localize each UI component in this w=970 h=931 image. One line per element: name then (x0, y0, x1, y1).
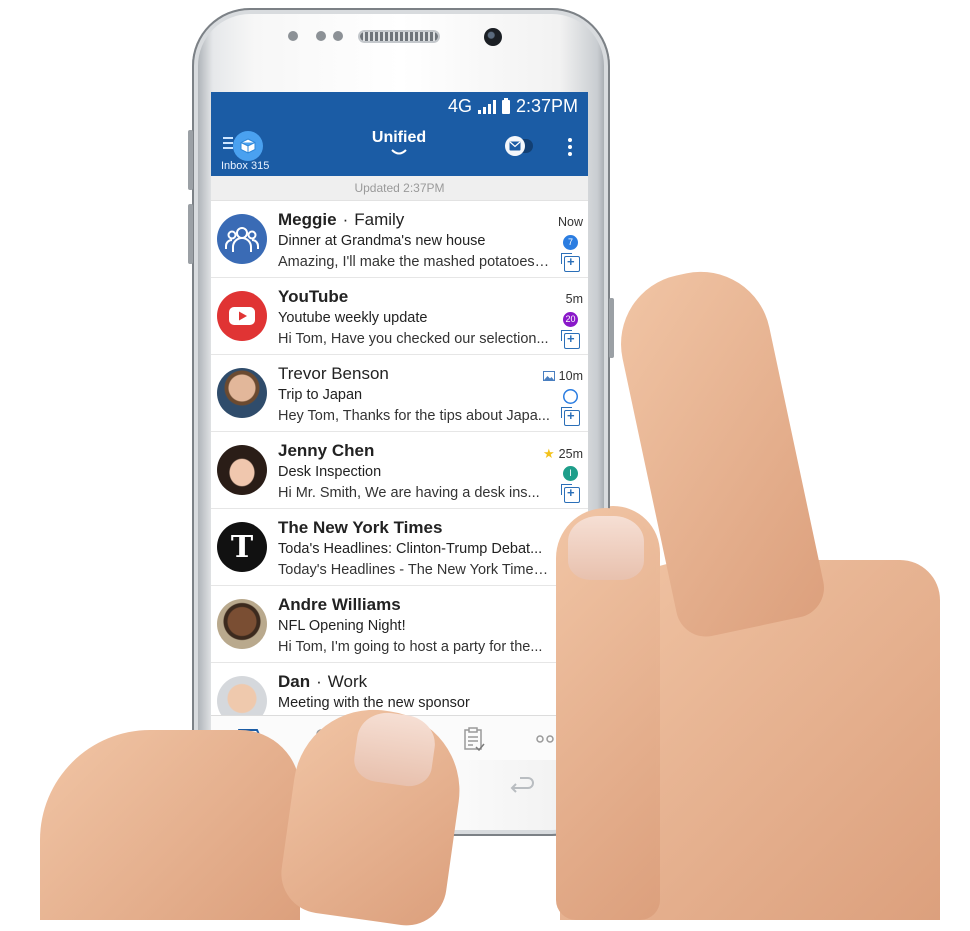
list-item[interactable]: Jenny Chen Desk Inspection Hi Mr. Smith,… (211, 432, 588, 509)
unread-badge: 20 (563, 312, 578, 327)
power-button (609, 298, 614, 358)
earpiece-speaker (360, 32, 438, 41)
email-time: Now (557, 215, 583, 229)
sensor-icon (333, 31, 343, 41)
clock: 2:37PM (515, 96, 578, 116)
email-preview: Hey Tom, Thanks for the tips about Japa.… (278, 408, 550, 424)
sender-name: Andre Williams (278, 595, 401, 614)
list-item[interactable]: Meggie · Family Dinner at Grandma's new ho… (211, 201, 588, 278)
app-screen: 4G 2:37PM Inbox 315 Unified Updated 2:37… (211, 92, 588, 760)
schedule-icon[interactable] (561, 330, 580, 349)
star-icon[interactable]: ★ (543, 446, 555, 462)
email-time: 5m (565, 292, 583, 306)
account-title: Unified (371, 129, 427, 146)
email-time: ★ 25m (543, 446, 583, 462)
photo-avatar (217, 368, 267, 418)
mail-toggle-icon (505, 136, 525, 156)
volume-button (188, 130, 193, 190)
schedule-icon[interactable] (561, 253, 580, 272)
list-item[interactable]: YouTube Youtube weekly update Hi Tom, Ha… (211, 278, 588, 355)
network-label: 4G (447, 96, 472, 116)
photo-avatar (217, 445, 267, 495)
email-subject: NFL Opening Night! (278, 618, 406, 634)
inbox-count-label: Inbox 315 (221, 160, 270, 172)
chevron-down-icon (391, 149, 407, 155)
tasks-tab-icon[interactable] (459, 726, 489, 752)
unread-circle[interactable] (563, 389, 578, 404)
inbox-switcher-button[interactable]: Inbox 315 (219, 126, 279, 172)
email-preview: Hi Tom, I'm going to host a party for th… (278, 639, 543, 655)
nyt-avatar: T (217, 522, 267, 572)
overflow-menu-icon[interactable] (563, 138, 577, 160)
list-item[interactable]: T The New York Times Toda's Headlines: C… (211, 509, 588, 586)
email-preview: Amazing, I'll make the mashed potatoes a… (278, 254, 550, 270)
email-preview: Hi Tom, Have you checked our selection..… (278, 331, 549, 347)
front-camera (484, 28, 502, 46)
volume-button (188, 204, 193, 264)
email-subject: Desk Inspection (278, 464, 382, 480)
app-bar: Inbox 315 Unified (211, 120, 588, 176)
email-time: 10m (542, 369, 583, 383)
sender-name: Meggie · Family (278, 210, 405, 229)
signal-icon (477, 99, 496, 114)
schedule-icon[interactable] (561, 484, 580, 503)
schedule-icon[interactable] (561, 407, 580, 426)
sender-name: Jenny Chen (278, 441, 375, 460)
sender-name: Dan · Work (278, 672, 368, 691)
account-title-dropdown[interactable]: Unified (351, 129, 447, 157)
sensor-icon (288, 31, 298, 41)
list-item[interactable]: Trevor Benson Trip to Japan Hey Tom, Tha… (211, 355, 588, 432)
battery-icon (501, 97, 510, 114)
email-subject: Meeting with the new sponsor (278, 695, 470, 711)
email-list: Meggie · Family Dinner at Grandma's new ho… (211, 201, 588, 740)
email-subject: Trip to Japan (278, 387, 363, 403)
youtube-avatar (217, 291, 267, 341)
unread-badge: 7 (563, 235, 578, 250)
status-bar: 4G 2:37PM (211, 92, 588, 120)
email-preview: Hi Mr. Smith, We are having a desk ins..… (278, 485, 540, 501)
speed-lines-icon (223, 142, 233, 144)
photo-avatar (217, 599, 267, 649)
sender-tag: Work (327, 672, 368, 691)
inbox-box-icon (233, 131, 263, 161)
list-item[interactable]: Andre Williams NFL Opening Night! Hi Tom… (211, 586, 588, 663)
sensor-icon (316, 31, 326, 41)
unread-badge: I (563, 466, 578, 481)
email-subject: Youtube weekly update (278, 310, 428, 326)
email-preview: Today's Headlines - The New York Times Y… (278, 562, 550, 578)
sender-name: YouTube (278, 287, 349, 306)
sender-name: The New York Times (278, 518, 443, 537)
image-attachment-icon (542, 371, 555, 381)
sender-name: Trevor Benson (278, 364, 389, 383)
group-avatar (217, 214, 267, 264)
updated-timestamp: Updated 2:37PM (211, 176, 588, 201)
sender-tag: Family (354, 210, 405, 229)
email-subject: Toda's Headlines: Clinton-Trump Debat... (278, 541, 543, 557)
back-key-icon[interactable] (510, 776, 536, 805)
focus-toggle[interactable] (505, 136, 533, 156)
email-subject: Dinner at Grandma's new house (278, 233, 486, 249)
